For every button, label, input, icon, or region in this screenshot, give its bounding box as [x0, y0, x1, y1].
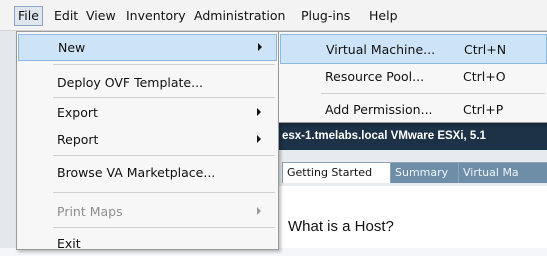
menu-file[interactable]: File: [14, 6, 43, 26]
host-title-bar: esx-1.tmelabs.local VMware ESXi, 5.1: [276, 122, 547, 150]
menu-item-label: Exit: [57, 236, 81, 251]
menu-item-deploy-ovf[interactable]: Deploy OVF Template...: [17, 70, 278, 95]
menu-bar: File Edit View Inventory Administration …: [0, 0, 547, 31]
tab-virtual-machines[interactable]: Virtual Ma: [458, 162, 547, 183]
tab-label: Virtual Ma: [463, 166, 519, 179]
menu-separator: [53, 155, 275, 156]
file-menu-dropdown: New Deploy OVF Template... Export Report…: [16, 31, 279, 251]
submenu-arrow-icon: [257, 207, 261, 215]
menu-item-label: New: [58, 40, 86, 55]
menu-item-print-maps: Print Maps: [17, 199, 278, 224]
shortcut-label: Ctrl+O: [463, 69, 506, 84]
menu-item-label: Print Maps: [57, 204, 123, 219]
menu-item-label: Export: [57, 105, 98, 120]
tab-getting-started[interactable]: Getting Started: [282, 162, 392, 183]
menu-item-label: Browse VA Marketplace...: [57, 165, 216, 180]
shortcut-label: Ctrl+P: [463, 102, 504, 117]
host-title: esx-1.tmelabs.local VMware ESXi, 5.1: [282, 130, 486, 142]
menu-separator: [53, 97, 275, 98]
menu-help[interactable]: Help: [369, 7, 398, 25]
menu-item-exit[interactable]: Exit: [17, 231, 278, 256]
submenu-item-resource-pool[interactable]: Resource Pool... Ctrl+O: [279, 62, 547, 90]
menu-separator: [53, 227, 275, 228]
menu-separator: [321, 93, 545, 94]
menu-item-label: Report: [57, 132, 99, 147]
menu-item-label: Virtual Machine...: [326, 42, 436, 57]
submenu-item-virtual-machine[interactable]: Virtual Machine... Ctrl+N: [280, 34, 547, 64]
menu-item-export[interactable]: Export: [17, 100, 278, 125]
shortcut-label: Ctrl+N: [464, 42, 507, 57]
inventory-gutter: [0, 31, 16, 248]
submenu-item-add-permission[interactable]: Add Permission... Ctrl+P: [279, 95, 547, 123]
menu-item-label: Deploy OVF Template...: [57, 75, 204, 90]
menu-edit[interactable]: Edit: [54, 7, 78, 25]
content-heading: What is a Host?: [288, 218, 394, 235]
submenu-arrow-icon: [258, 43, 262, 51]
menu-separator: [53, 64, 275, 65]
menu-item-label: Add Permission...: [325, 102, 433, 117]
menu-item-label: Resource Pool...: [325, 69, 425, 84]
menu-item-browse-va-marketplace[interactable]: Browse VA Marketplace...: [17, 160, 278, 185]
menu-item-report[interactable]: Report: [17, 127, 278, 152]
new-submenu: Virtual Machine... Ctrl+N Resource Pool.…: [278, 31, 547, 123]
tab-label: Getting Started: [287, 166, 373, 179]
content-pane: What is a Host?: [276, 186, 547, 248]
menu-item-new[interactable]: New: [18, 34, 277, 61]
menu-administration[interactable]: Administration: [194, 7, 285, 25]
menu-plugins[interactable]: Plug-ins: [301, 7, 350, 25]
tab-summary[interactable]: Summary: [390, 162, 460, 183]
menu-separator: [53, 192, 275, 193]
submenu-arrow-icon: [257, 135, 261, 143]
menu-inventory[interactable]: Inventory: [126, 7, 186, 25]
tab-label: Summary: [395, 166, 449, 179]
submenu-arrow-icon: [257, 108, 261, 116]
tab-strip: Getting Started Summary Virtual Ma: [276, 150, 547, 186]
menu-view[interactable]: View: [86, 7, 116, 25]
